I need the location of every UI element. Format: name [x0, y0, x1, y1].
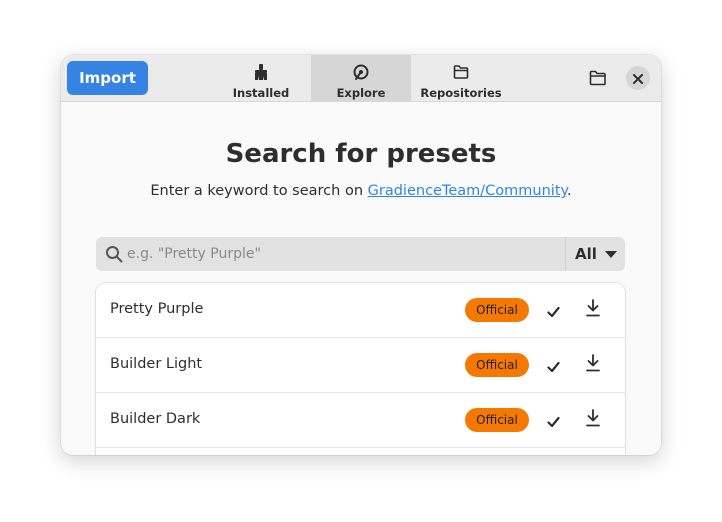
checkmark-icon: [547, 303, 560, 322]
tab-installed[interactable]: Installed: [211, 55, 311, 101]
search-icon: [105, 245, 123, 267]
preset-name: Pretty Purple: [110, 301, 204, 317]
filter-dropdown[interactable]: All: [566, 237, 625, 271]
tab-explore[interactable]: Explore: [311, 55, 411, 101]
close-icon: [633, 69, 643, 88]
preset-list: Pretty Purple Official Builder Light Off…: [96, 283, 625, 455]
subtitle-text: Enter a keyword to search on: [150, 183, 368, 199]
page-subtitle: Enter a keyword to search on GradienceTe…: [61, 183, 661, 199]
list-item[interactable]: Builder Dark Official: [96, 393, 625, 448]
brush-icon: [253, 63, 269, 81]
preset-name: Builder Dark: [110, 411, 201, 427]
search-input[interactable]: e.g. "Pretty Purple": [127, 246, 261, 262]
list-item[interactable]: Pretty Purple Official: [96, 283, 625, 338]
app-window: Import Installed Explore Repositories Se…: [61, 55, 661, 455]
search-bar: e.g. "Pretty Purple" All: [96, 237, 625, 271]
import-button[interactable]: Import: [67, 61, 148, 95]
tab-installed-label: Installed: [232, 86, 290, 100]
download-icon[interactable]: [585, 354, 601, 376]
download-icon[interactable]: [585, 409, 601, 431]
official-badge: Official: [465, 298, 529, 322]
official-badge: Official: [465, 353, 529, 377]
tab-repositories-label: Repositories: [420, 86, 502, 100]
tab-explore-label: Explore: [336, 86, 386, 100]
subtitle-period: .: [567, 183, 572, 199]
tab-repositories[interactable]: Repositories: [411, 55, 511, 101]
chevron-down-icon: [604, 250, 617, 258]
official-badge: Official: [465, 408, 529, 432]
folder-icon: [453, 63, 469, 81]
filter-value: All: [575, 245, 597, 263]
folder-open-icon[interactable]: [589, 70, 607, 86]
download-icon[interactable]: [585, 299, 601, 321]
list-item[interactable]: Builder Light Official: [96, 338, 625, 393]
checkmark-icon: [547, 413, 560, 432]
checkmark-icon: [547, 358, 560, 377]
page-title: Search for presets: [225, 139, 497, 169]
close-button[interactable]: [626, 66, 650, 90]
community-link[interactable]: GradienceTeam/Community: [368, 183, 567, 199]
preset-name: Builder Light: [110, 356, 203, 372]
header-bar: Import Installed Explore Repositories: [61, 55, 661, 102]
explore-icon: [352, 63, 370, 81]
